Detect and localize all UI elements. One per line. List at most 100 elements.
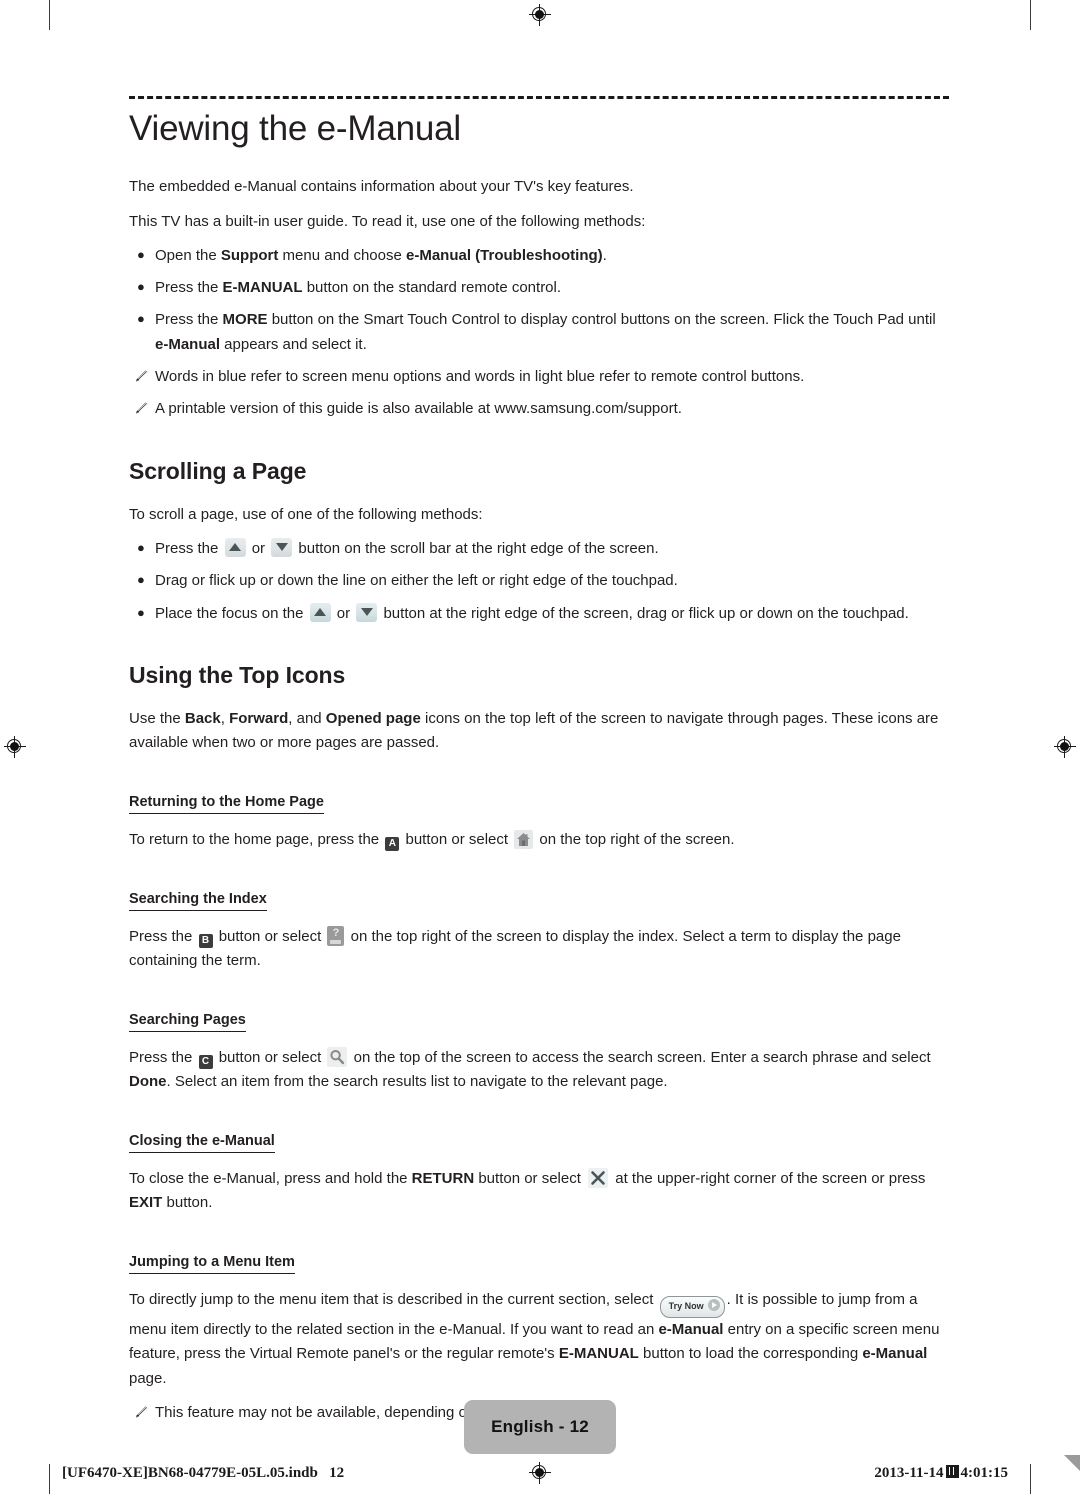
search-mid: button or select	[214, 1048, 326, 1066]
note-text: Words in blue refer to screen menu optio…	[155, 368, 805, 386]
page-corner-fold	[1064, 1455, 1080, 1471]
term-emanual-1: e-Manual	[658, 1320, 724, 1338]
scrolling-lead: To scroll a page, use of one of the foll…	[129, 505, 483, 523]
bullet-dot-icon: ●	[137, 604, 145, 620]
remote-key-b-icon[interactable]: B	[198, 933, 213, 948]
section-heading-top-icons: Using the Top Icons	[129, 661, 346, 688]
printer-info-bar: [UF6470-XE]BN68-04779E-05L.05.indb 12 20…	[0, 1455, 1080, 1494]
jump-mid-c: button to load the corresponding	[638, 1345, 863, 1363]
registration-mark-right	[1054, 736, 1076, 758]
section-heading-scrolling: Scrolling a Page	[129, 457, 307, 484]
jump-pre: To directly jump to the menu item that i…	[129, 1290, 658, 1308]
missing-glyph-icon	[945, 1465, 959, 1478]
search-paragraph: Press the C button or select on the top …	[129, 1046, 951, 1095]
scroll-down-arrow-icon[interactable]	[356, 602, 378, 622]
term-opened-page: Opened page	[325, 709, 421, 727]
print-time: 4:01:15	[960, 1465, 1009, 1481]
list-item: ● Press the MORE button on the Smart Tou…	[129, 308, 951, 357]
subsection-title-index: Searching the Index	[129, 892, 267, 911]
term-emanual-troubleshooting: e-Manual (Troubleshooting)	[405, 246, 603, 264]
bullet-dot-icon: ●	[137, 311, 145, 327]
registration-mark-left	[4, 736, 26, 758]
close-x-icon-svg	[591, 1171, 605, 1185]
subsection-title-home: Returning to the Home Page	[129, 795, 324, 814]
home-paragraph: To return to the home page, press the A …	[129, 828, 951, 852]
search-post-b: . Select an item from the search results…	[166, 1073, 668, 1091]
source-file-name: [UF6470-XE]BN68-04779E-05L.05.indb 12	[62, 1465, 345, 1481]
subsection-title-jumping: Jumping to a Menu Item	[129, 1255, 295, 1274]
list-item-note: A printable version of this guide is als…	[129, 397, 951, 421]
jumping-paragraph: To directly jump to the menu item that i…	[129, 1288, 951, 1391]
scroll-b3-post: button at the right edge of the screen, …	[379, 604, 909, 622]
remote-key-a-icon[interactable]: A	[385, 836, 400, 851]
home-pre: To return to the home page, press the	[129, 830, 384, 848]
subsection-title-search: Searching Pages	[129, 1013, 246, 1032]
bullet-text: Drag or flick up or down the line on eit…	[155, 572, 678, 590]
subsection-index: Searching the Index	[129, 862, 951, 925]
list-item: ● Press the E-MANUAL button on the stand…	[129, 276, 951, 300]
page-number-badge: English - 12	[464, 1400, 616, 1454]
list-item: ● Drag or flick up or down the line on e…	[129, 569, 951, 593]
search-post-a: on the top of the screen to access the s…	[349, 1048, 931, 1066]
page-title: Viewing the e-Manual	[129, 109, 461, 148]
closing-paragraph: To close the e-Manual, press and hold th…	[129, 1167, 951, 1216]
index-paragraph: Press the B button or select ? on the to…	[129, 925, 951, 974]
list-item: ● Open the Support menu and choose e-Man…	[129, 244, 951, 268]
note-pencil-icon-svg	[136, 402, 148, 414]
registration-mark-top	[529, 4, 551, 26]
term-emanual-3: e-Manual	[862, 1345, 928, 1363]
closing-pre: To close the e-Manual, press and hold th…	[129, 1169, 412, 1187]
scroll-up-arrow-icon[interactable]	[309, 602, 331, 622]
term-back: Back	[184, 709, 221, 727]
scroll-b1-mid: or	[247, 539, 270, 557]
note-pencil-icon-svg	[136, 1406, 148, 1418]
help-question-icon[interactable]: ?	[327, 925, 345, 946]
subsection-home: Returning to the Home Page	[129, 765, 951, 828]
term-emanual: e-Manual	[155, 335, 221, 353]
note-pencil-icon-svg	[136, 370, 148, 382]
scroll-b1-post: button on the scroll bar at the right ed…	[294, 539, 659, 557]
scroll-down-arrow-icon[interactable]	[271, 537, 293, 557]
bullet-text: Press the E-MANUAL button on the standar…	[155, 279, 562, 297]
note-text: A printable version of this guide is als…	[155, 400, 682, 418]
term-forward: Forward	[229, 709, 289, 727]
note-pencil-icon	[135, 1401, 150, 1425]
home-icon-svg	[517, 832, 531, 846]
page-content: Viewing the e-Manual The embedded e-Manu…	[129, 96, 951, 1433]
bullet-text: Press the MORE button on the Smart Touch…	[155, 311, 936, 353]
note-pencil-icon	[135, 365, 150, 389]
bullet-dot-icon: ●	[137, 246, 145, 262]
subsection-search: Searching Pages	[129, 983, 951, 1046]
home-mid: button or select	[401, 830, 513, 848]
crop-mark-top-right	[1030, 0, 1031, 30]
subsection-jumping: Jumping to a Menu Item	[129, 1225, 951, 1288]
index-pre: Press the	[129, 927, 197, 945]
home-icon[interactable]	[514, 829, 534, 849]
search-magnifier-icon-svg	[330, 1049, 345, 1064]
intro-paragraph-2: This TV has a built-in user guide. To re…	[129, 212, 646, 230]
bullet-dot-icon: ●	[137, 572, 145, 588]
scrolling-bullet-list: ● Press the or button on the scroll bar …	[129, 537, 951, 626]
try-now-button[interactable]: Try Now	[659, 1295, 725, 1318]
scroll-b1-pre: Press the	[155, 539, 223, 557]
bullet-dot-icon: ●	[137, 279, 145, 295]
term-emanual-key-2: E-MANUAL	[558, 1345, 639, 1363]
close-x-icon[interactable]	[588, 1167, 609, 1188]
term-emanual-key: E-MANUAL	[222, 279, 303, 297]
scroll-up-arrow-icon[interactable]	[224, 537, 246, 557]
closing-mid: button or select	[474, 1169, 586, 1187]
question-mark-glyph: ?	[332, 926, 340, 939]
print-date: 2013-11-14	[874, 1465, 944, 1481]
bullet-text: Press the or button on the scroll bar at…	[155, 537, 659, 557]
closing-post: at the upper-right corner of the screen …	[611, 1169, 926, 1187]
bullet-text: Open the Support menu and choose e-Manua…	[155, 246, 607, 264]
search-magnifier-icon[interactable]	[327, 1046, 348, 1067]
subsection-closing: Closing the e-Manual	[129, 1104, 951, 1167]
list-item-note: Words in blue refer to screen menu optio…	[129, 365, 951, 389]
top-icons-lead: Use the Back, Forward, and Opened page i…	[129, 709, 939, 752]
note-pencil-icon	[135, 397, 150, 421]
remote-key-c-icon[interactable]: C	[198, 1054, 213, 1069]
jump-end: page.	[129, 1369, 167, 1387]
subsection-title-closing: Closing the e-Manual	[129, 1134, 275, 1153]
intro-paragraph-1: The embedded e-Manual contains informati…	[129, 178, 634, 196]
